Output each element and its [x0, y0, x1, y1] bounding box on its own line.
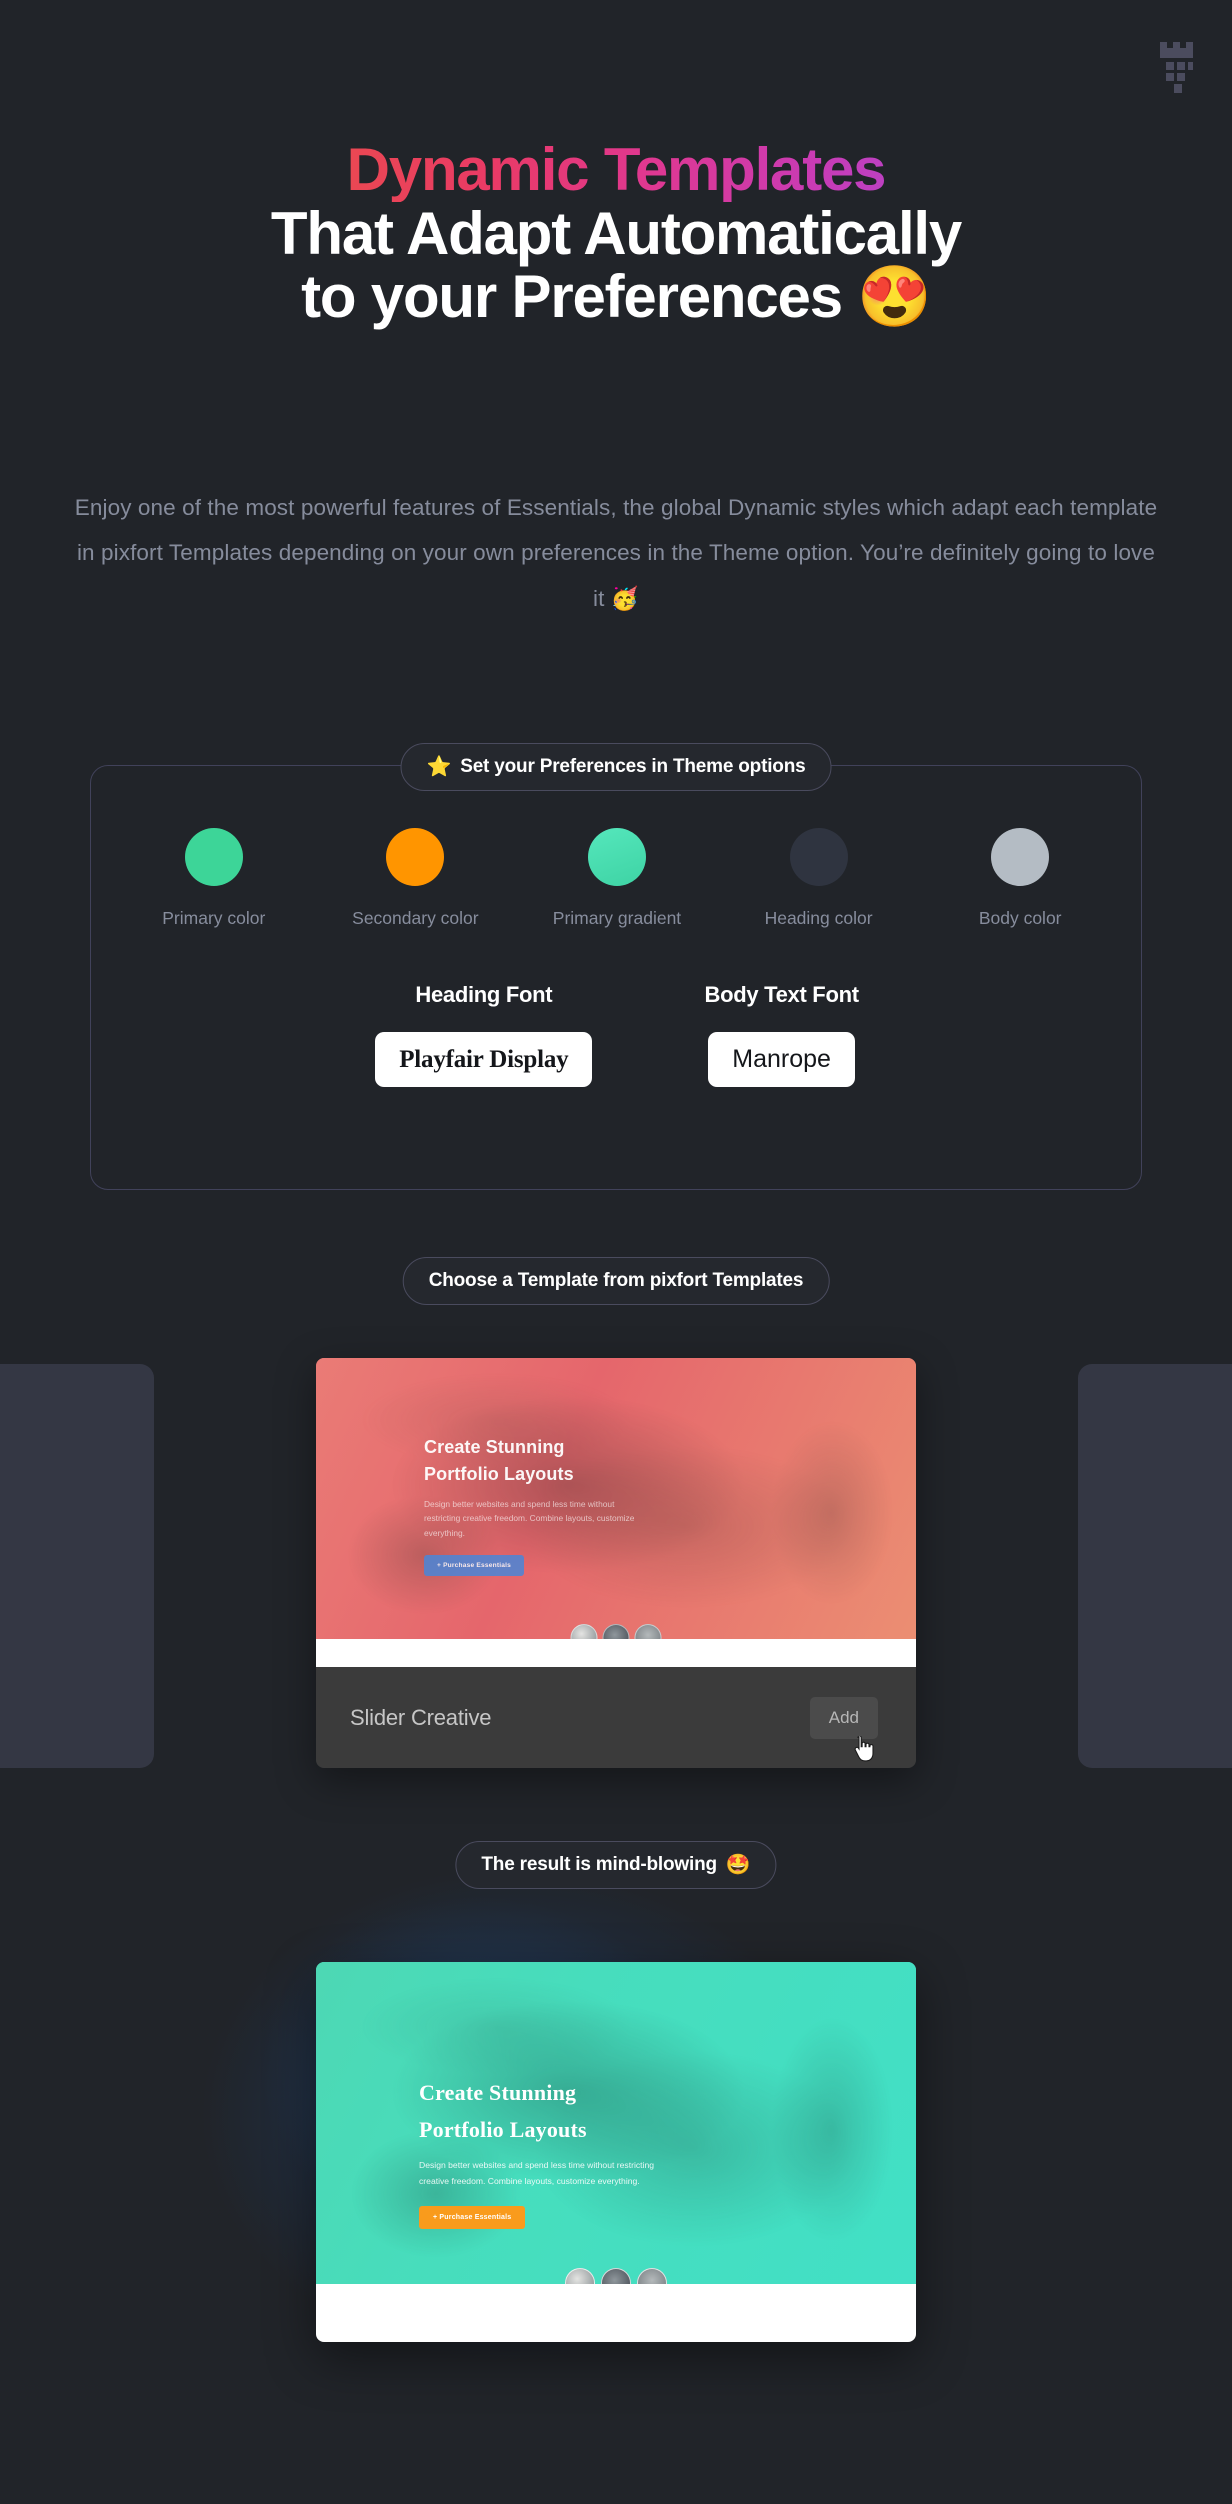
hero-heading-line-3: to your Preferences 😍 — [0, 265, 1232, 329]
choose-template-badge: Choose a Template from pixfort Templates — [402, 1257, 830, 1305]
result-card-paragraph: Design better websites and spend less ti… — [419, 2160, 655, 2186]
body-font-cell: Body Text Font Manrope — [704, 982, 859, 1088]
hero-heading-gradient-line: Dynamic Templates — [0, 138, 1232, 202]
hero-heading: Dynamic Templates That Adapt Automatical… — [0, 138, 1232, 329]
body-color-dot[interactable] — [991, 828, 1050, 886]
primary-color-dot[interactable] — [184, 828, 243, 886]
template-card-cta-button[interactable]: + Purchase Essentials — [424, 1554, 525, 1576]
swatch-primary-gradient[interactable]: Primary gradient — [522, 828, 712, 929]
avatar — [634, 1624, 662, 1639]
result-badge-label: The result is mind-blowing — [481, 1854, 717, 1875]
primary-gradient-label: Primary gradient — [552, 908, 682, 928]
template-card-footer: Slider Creative Add — [316, 1667, 916, 1768]
result-template-card[interactable]: Create Stunning Portfolio Layouts Design… — [316, 1962, 916, 2342]
heart-eyes-emoji-icon: 😍 — [857, 263, 932, 331]
logo-tail-block — [1174, 80, 1182, 93]
preferences-badge-label: Set your Preferences in Theme options — [460, 756, 806, 777]
template-card-preview: Create Stunning Portfolio Layouts Design… — [316, 1358, 916, 1639]
color-swatch-row: Primary color Secondary color Primary gr… — [91, 828, 1143, 929]
result-card-copy: Create Stunning Portfolio Layouts Design… — [419, 2075, 681, 2229]
result-card-footer-strip — [316, 2284, 916, 2342]
template-card-active[interactable]: Create Stunning Portfolio Layouts Design… — [316, 1358, 916, 1768]
swatch-primary-color[interactable]: Primary color — [119, 828, 309, 929]
heading-color-dot[interactable] — [789, 828, 848, 886]
heading-font-cell: Heading Font Playfair Display — [375, 982, 593, 1088]
heading-color-label: Heading color — [764, 908, 873, 928]
page-root: Dynamic Templates That Adapt Automatical… — [0, 0, 1232, 2504]
secondary-color-dot[interactable] — [386, 828, 445, 886]
body-color-label: Body color — [978, 908, 1062, 928]
template-card-next[interactable] — [1078, 1364, 1232, 1768]
template-card-previous[interactable] — [0, 1364, 154, 1768]
hero-heading-line-2: That Adapt Automatically — [270, 199, 962, 267]
avatar — [570, 1624, 598, 1639]
avatar — [602, 1624, 630, 1639]
add-template-button[interactable]: Add — [809, 1696, 878, 1739]
swatch-secondary-color[interactable]: Secondary color — [320, 828, 510, 929]
body-font-title: Body Text Font — [704, 982, 859, 1007]
font-row: Heading Font Playfair Display Body Text … — [91, 982, 1143, 1088]
result-card-heading-line1: Create Stunning — [419, 2080, 577, 2105]
hero-heading-line-3-text: to your Preferences — [301, 263, 843, 331]
heading-font-title: Heading Font — [415, 982, 553, 1007]
avatar — [601, 2268, 631, 2284]
pixfort-fort-logo-icon — [1160, 36, 1204, 84]
result-card-cta-button[interactable]: + Purchase Essentials — [419, 2205, 526, 2229]
template-card-avatars — [570, 1624, 662, 1639]
primary-gradient-dot[interactable] — [587, 828, 646, 886]
result-card-heading-line2: Portfolio Layouts — [419, 2116, 587, 2142]
template-card-heading-line2: Portfolio Layouts — [424, 1464, 574, 1485]
result-badge: The result is mind-blowing 🤩 — [455, 1841, 777, 1889]
star-icon: ⭐ — [426, 756, 452, 778]
body-font-value[interactable]: Manrope — [708, 1032, 855, 1088]
template-card-title: Slider Creative — [350, 1704, 492, 1730]
template-card-heading-line1: Create Stunning — [424, 1437, 565, 1457]
preferences-card: ⭐ Set your Preferences in Theme options … — [90, 743, 1143, 1190]
template-card-preview-footer-strip — [316, 1639, 916, 1667]
result-card-avatars — [565, 2268, 667, 2284]
heading-font-value[interactable]: Playfair Display — [375, 1032, 593, 1088]
avatar — [565, 2268, 595, 2284]
hero-paragraph: Enjoy one of the most powerful features … — [74, 495, 1158, 611]
template-card-copy: Create Stunning Portfolio Layouts Design… — [424, 1434, 639, 1576]
template-carousel: Create Stunning Portfolio Layouts Design… — [0, 1358, 1232, 1768]
choose-template-badge-label: Choose a Template from pixfort Templates — [428, 1270, 804, 1291]
template-card-paragraph: Design better websites and spend less ti… — [424, 1498, 635, 1539]
swatch-heading-color[interactable]: Heading color — [724, 828, 914, 929]
star-struck-emoji-icon: 🤩 — [725, 1854, 751, 1876]
result-card-preview: Create Stunning Portfolio Layouts Design… — [316, 1962, 916, 2284]
pointer-hand-cursor-icon — [854, 1735, 874, 1762]
swatch-body-color[interactable]: Body color — [925, 828, 1115, 929]
secondary-color-label: Secondary color — [352, 908, 479, 928]
avatar — [637, 2268, 667, 2284]
preferences-badge: ⭐ Set your Preferences in Theme options — [400, 743, 832, 791]
primary-color-label: Primary color — [162, 908, 266, 928]
